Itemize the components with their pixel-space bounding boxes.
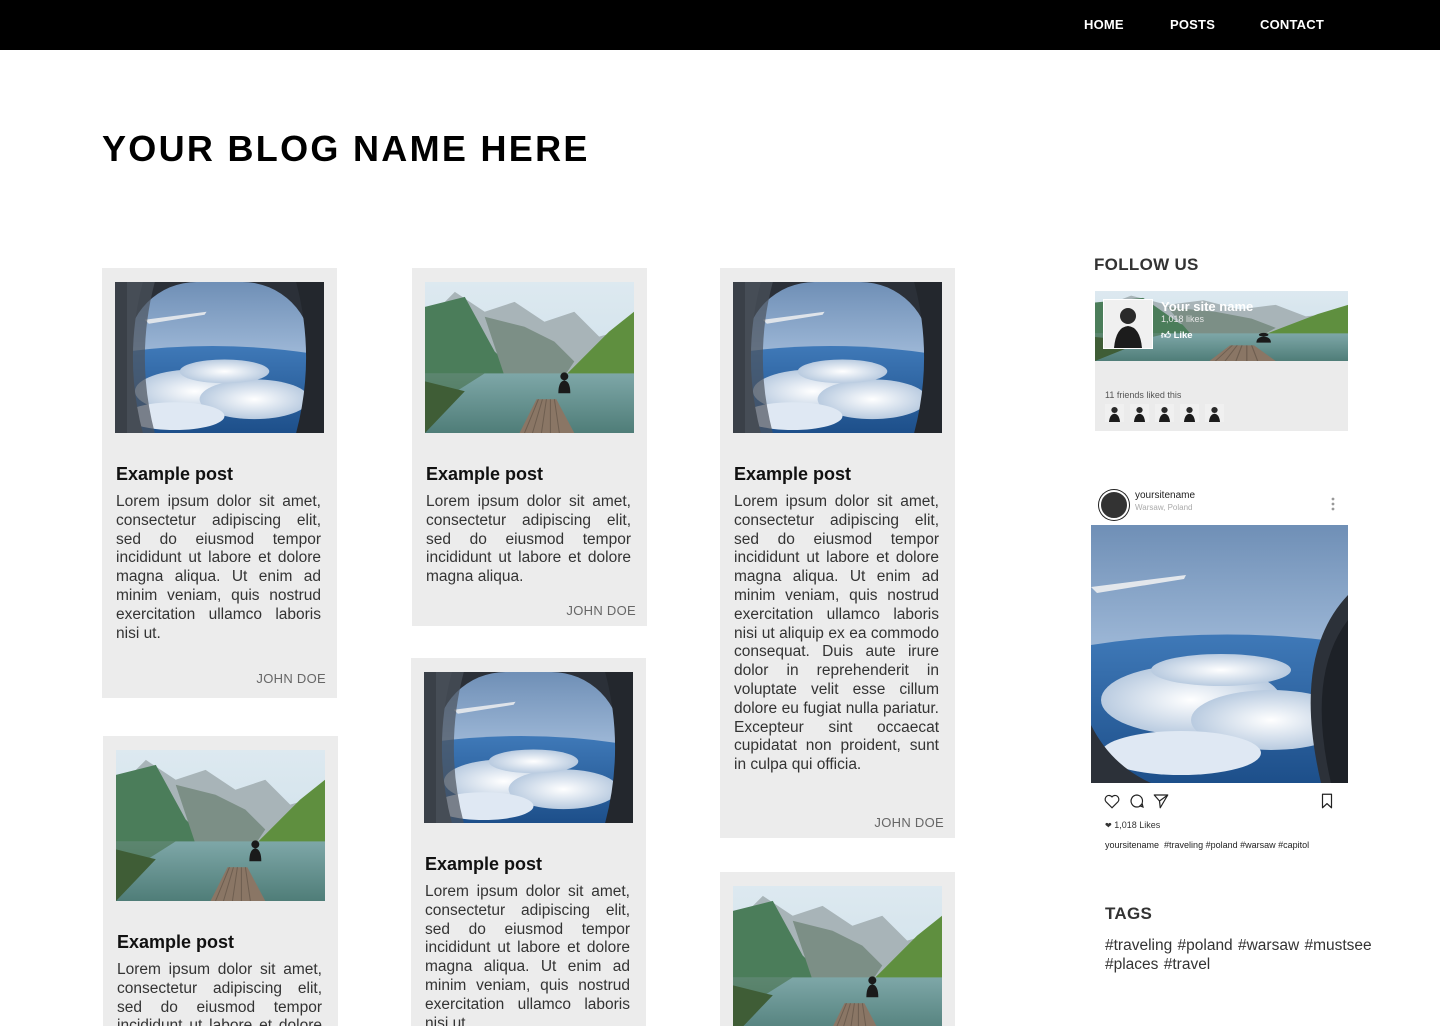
nav-posts-link[interactable]: POSTS (1170, 17, 1215, 32)
nav-contact-link[interactable]: CONTACT (1260, 17, 1324, 32)
instagram-avatar[interactable] (1099, 490, 1129, 520)
post-image-mountain-lake (116, 750, 325, 901)
post-excerpt: Lorem ipsum dolor sit amet, consectetur … (426, 493, 631, 586)
facebook-page-avatar[interactable] (1103, 299, 1153, 349)
post-author: JOHN DOE (256, 671, 326, 686)
post-image-mountain-lake (425, 282, 634, 433)
instagram-post-widget: yoursitename Warsaw, Poland ❤︎ 1,018 Lik… (1091, 485, 1348, 860)
facebook-page-name[interactable]: Your site name (1161, 299, 1253, 314)
friends-liked-text: 11 friends liked this (1105, 390, 1182, 400)
nav-home-link[interactable]: HOME (1084, 17, 1124, 32)
friend-avatar[interactable] (1205, 404, 1224, 422)
instagram-likes: ❤︎ 1,018 Likes (1105, 820, 1160, 830)
post-excerpt: Lorem ipsum dolor sit amet, consectetur … (116, 493, 321, 642)
instagram-caption: yoursitename #traveling #poland #warsaw … (1105, 840, 1309, 850)
friend-avatar[interactable] (1180, 404, 1199, 422)
post-card[interactable]: Example post Lorem ipsum dolor sit amet,… (103, 736, 338, 1026)
post-excerpt: Lorem ipsum dolor sit amet, consectetur … (117, 961, 322, 1026)
more-options-icon[interactable] (1331, 497, 1335, 511)
friend-avatars (1105, 404, 1230, 422)
post-title: Example post (425, 854, 543, 874)
post-card[interactable]: Example post Lorem ipsum dolor sit amet,… (102, 268, 337, 698)
thumbs-up-icon: 👍︎ (1161, 330, 1171, 341)
instagram-likes-count: 1,018 Likes (1114, 820, 1161, 830)
post-image-airplane-window (424, 672, 633, 823)
post-title: Example post (426, 464, 544, 484)
bookmark-icon[interactable] (1318, 792, 1336, 810)
post-card[interactable]: Example post Lorem ipsum dolor sit amet,… (720, 268, 955, 838)
comment-icon[interactable] (1128, 792, 1146, 810)
post-excerpt: Lorem ipsum dolor sit amet, consectetur … (734, 493, 939, 774)
small-heart-icon: ❤︎ (1105, 821, 1112, 830)
post-title: Example post (734, 464, 852, 484)
like-button-label: Like (1173, 330, 1193, 341)
post-author: JOHN DOE (566, 603, 636, 618)
share-icon[interactable] (1152, 792, 1170, 810)
post-image-mountain-lake (733, 886, 942, 1026)
heart-icon[interactable] (1103, 792, 1121, 810)
post-card[interactable] (720, 872, 955, 1026)
post-title: Example post (116, 464, 234, 484)
friend-avatar[interactable] (1130, 404, 1149, 422)
friend-avatar[interactable] (1105, 404, 1124, 422)
tags-list[interactable]: #traveling #poland #warsaw #mustsee #pla… (1105, 936, 1405, 974)
post-image-airplane-window (115, 282, 324, 433)
post-card[interactable]: Example post Lorem ipsum dolor sit amet,… (412, 268, 647, 626)
facebook-likes-count: 1,018 likes (1161, 314, 1205, 324)
blog-title: YOUR BLOG NAME HERE (102, 128, 590, 169)
tags-heading: TAGS (1105, 904, 1153, 923)
caption-username[interactable]: yoursitename (1105, 840, 1159, 850)
facebook-like-button[interactable]: 👍︎ Like (1161, 329, 1193, 341)
post-author: JOHN DOE (874, 815, 944, 830)
facebook-page-widget: Your site name 1,018 likes 👍︎ Like 11 fr… (1095, 291, 1348, 431)
post-image-airplane-window (733, 282, 942, 433)
instagram-photo[interactable] (1091, 525, 1348, 783)
top-nav-bar: HOME POSTS CONTACT (0, 0, 1440, 50)
post-excerpt: Lorem ipsum dolor sit amet, consectetur … (425, 883, 630, 1026)
post-title: Example post (117, 932, 235, 952)
instagram-location[interactable]: Warsaw, Poland (1135, 503, 1193, 512)
post-card[interactable]: Example post Lorem ipsum dolor sit amet,… (411, 658, 646, 1026)
friend-avatar[interactable] (1155, 404, 1174, 422)
instagram-username[interactable]: yoursitename (1135, 490, 1195, 501)
follow-us-heading: FOLLOW US (1094, 255, 1199, 274)
caption-hashtags[interactable]: #traveling #poland #warsaw #capitol (1164, 840, 1309, 850)
